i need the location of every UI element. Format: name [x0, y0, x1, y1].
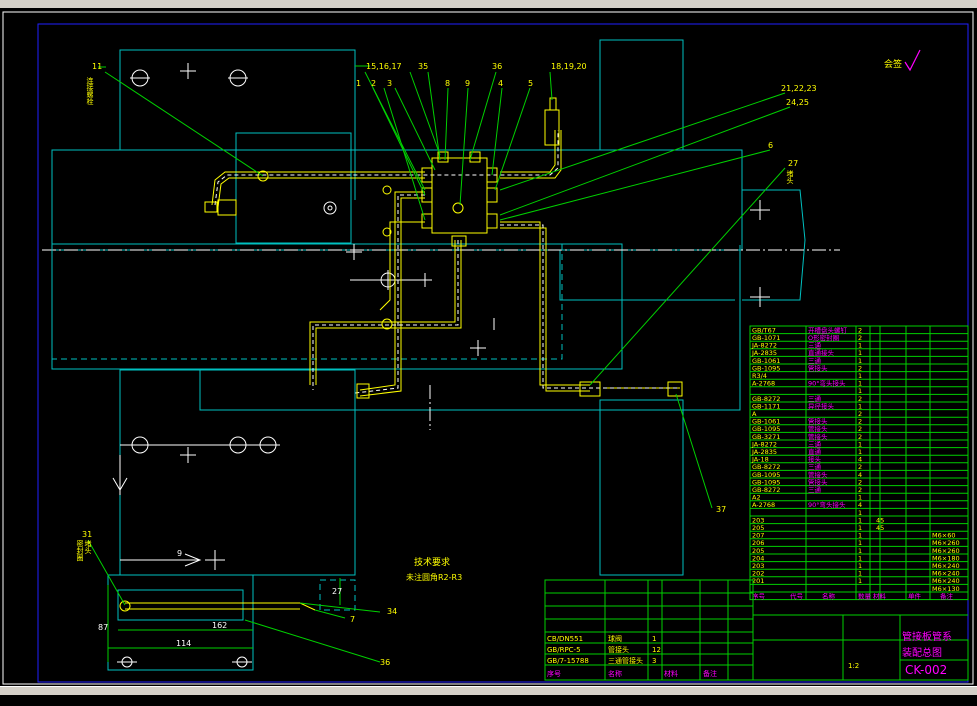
tech-title: 技术要求	[414, 556, 450, 568]
tab-nav-last-icon[interactable]: ►|	[40, 696, 50, 704]
svg-text:GB/RPC-5: GB/RPC-5	[547, 646, 581, 654]
bom-cell: 90°弯头接头	[808, 379, 846, 388]
note-31b: 堵头	[84, 539, 92, 555]
dim-9: 9	[177, 549, 182, 558]
svg-text:名称: 名称	[608, 669, 622, 678]
centerlines	[42, 249, 840, 430]
sign-text: 会签	[884, 58, 902, 70]
pipe-centerlines	[214, 130, 680, 394]
balloon-31: 31	[82, 530, 92, 539]
dim-114: 114	[176, 639, 191, 648]
tab-layout1[interactable]: 布局1	[82, 696, 109, 704]
balloon-1: 1	[356, 79, 361, 88]
bom-header-cell: 名称	[822, 591, 836, 600]
tab-cl11[interactable]: CL-11 标题栏	[207, 696, 263, 704]
balloon-7: 7	[350, 615, 355, 624]
drawing-canvas[interactable]: 11 15,16,17 35 1 2 3 8 9 36 4 5 18,19,20…	[0, 0, 977, 686]
balloon-36a: 36	[492, 62, 502, 71]
checkmark-icon	[904, 49, 921, 72]
svg-text:三通管接头: 三通管接头	[608, 656, 643, 665]
bom-cell: A-2768	[752, 501, 775, 509]
bom-header-cell: 单件	[908, 591, 922, 600]
bom-note: 45	[876, 524, 884, 532]
balloon-4: 4	[498, 79, 503, 88]
balloon-21-22-23: 21,22,23	[781, 84, 817, 93]
balloon-3: 3	[387, 79, 392, 88]
tab-nav-next-icon[interactable]: ►	[27, 696, 34, 704]
bom-header-cell: 备注	[940, 591, 954, 600]
dim-162: 162	[212, 621, 227, 630]
svg-text:12: 12	[652, 646, 661, 654]
bom-left-text: CB/DN551 球阀 1 GB/RPC-5 管接头 12 GB/7-15788 三通管接…	[547, 634, 717, 678]
balloon-8: 8	[445, 79, 450, 88]
balloon-5: 5	[528, 79, 533, 88]
bom-cell: 异径接头	[808, 401, 835, 410]
svg-text:1: 1	[652, 635, 656, 643]
tab-model[interactable]: 模型	[55, 696, 77, 704]
balloon-6: 6	[768, 141, 773, 150]
note-31: 密封圈	[76, 539, 84, 562]
cad-window: 11 15,16,17 35 1 2 3 8 9 36 4 5 18,19,20…	[0, 0, 977, 704]
outer-border	[2, 11, 974, 685]
balloon-2: 2	[371, 79, 376, 88]
bom-cell: 201	[752, 577, 764, 585]
tab-cl10[interactable]: CL-10 标题栏	[146, 696, 202, 704]
scale-text: 1:2	[848, 662, 859, 670]
balloon-18-19-20: 18,19,20	[551, 62, 587, 71]
title-line2: 装配总图	[902, 646, 942, 659]
tab-layout2[interactable]: 布局2	[114, 696, 141, 704]
svg-text:球阀: 球阀	[608, 634, 622, 643]
tab-nav-prev-icon[interactable]: ◄	[15, 696, 22, 704]
balloon-9: 9	[465, 79, 470, 88]
bom-header-cell: 材料	[873, 591, 887, 600]
bom-header-cell: 代号	[790, 591, 804, 600]
bom-header-cell: 序号	[752, 591, 766, 600]
svg-text:管接头: 管接头	[608, 645, 629, 654]
bom-cell: 三通	[808, 485, 822, 494]
bom-cell: 管接头	[808, 363, 828, 372]
svg-text:3: 3	[652, 657, 656, 665]
balloon-15-16-17: 15,16,17	[366, 62, 402, 71]
bom-cell: 1	[858, 577, 862, 585]
note-27: 堵头	[786, 169, 794, 185]
layout-tabs: |◄ ◄ ► ►| 模型 布局1 布局2 CL-10 标题栏 CL-11 标题栏	[0, 686, 977, 704]
svg-text:序号: 序号	[547, 669, 561, 678]
bom-cell: A-2768	[752, 380, 775, 388]
dimension-values: 27 87 114 162 9	[98, 549, 342, 648]
balloon-35: 35	[418, 62, 428, 71]
drawing-code: CK-002	[905, 663, 947, 677]
balloon-27: 27	[788, 159, 798, 168]
bom-cell: 90°弯头接头	[808, 500, 846, 509]
svg-text:GB/7-15788: GB/7-15788	[547, 657, 589, 665]
bom-header-cell: 数量	[858, 591, 872, 600]
dim-87: 87	[98, 623, 108, 632]
balloon-side-notes: 连接螺栓 堵头 密封圈 堵头	[76, 76, 794, 562]
balloon-11: 11	[92, 62, 102, 71]
svg-text:备注: 备注	[703, 669, 717, 678]
tech-line1: 未注圆角R2-R3	[406, 572, 462, 582]
svg-text:CB/DN551: CB/DN551	[547, 635, 583, 643]
balloon-36b: 36	[380, 658, 390, 667]
balloon-34: 34	[387, 607, 397, 616]
balloon-24-25: 24,25	[786, 98, 809, 107]
note-11: 连接螺栓	[86, 76, 94, 106]
balloon-37: 37	[716, 505, 726, 514]
drawing-svg[interactable]: 11 15,16,17 35 1 2 3 8 9 36 4 5 18,19,20…	[0, 0, 977, 686]
hidden-lines	[51, 243, 563, 611]
dim-27: 27	[332, 587, 342, 596]
title-line1: 管接板管系	[902, 630, 952, 643]
svg-text:材料: 材料	[664, 669, 678, 678]
tab-nav-first-icon[interactable]: |◄	[0, 696, 10, 704]
